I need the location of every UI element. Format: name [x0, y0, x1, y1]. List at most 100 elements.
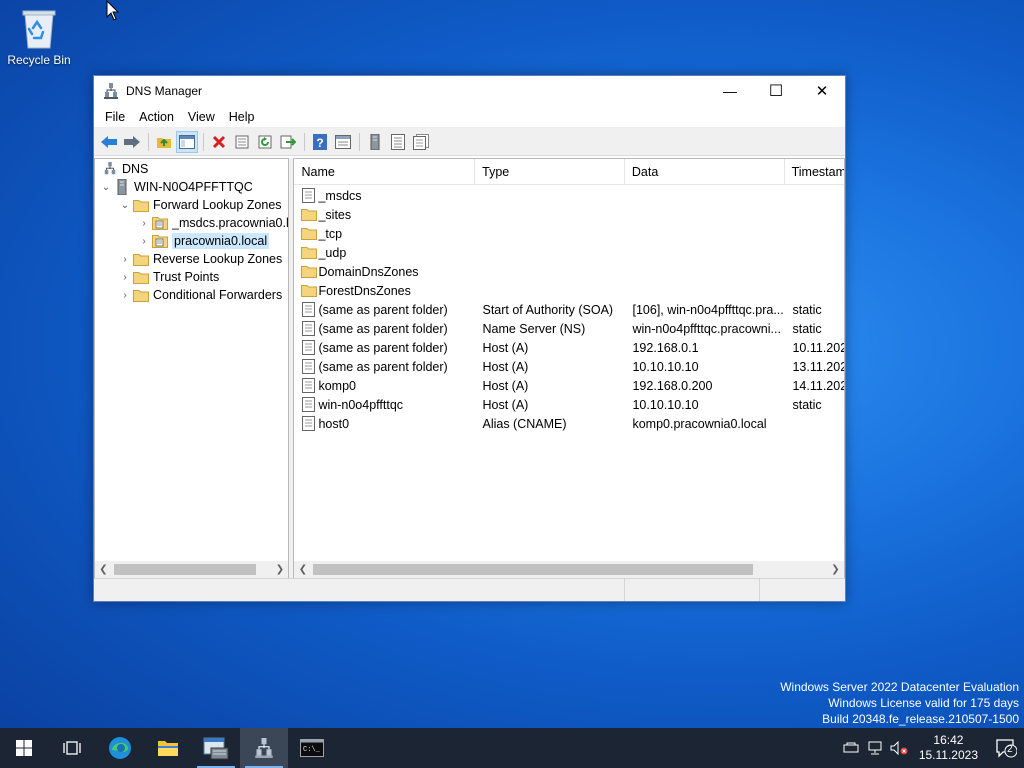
list-item-folder[interactable]: DomainDnsZones — [300, 262, 419, 281]
file-explorer-button[interactable] — [144, 728, 192, 768]
folder-icon — [300, 207, 317, 223]
minimize-button[interactable]: — — [707, 76, 753, 106]
help-button[interactable]: ? — [309, 131, 331, 153]
edge-button[interactable] — [96, 728, 144, 768]
watermark-license: Windows License valid for 175 days — [828, 696, 1019, 710]
tree-item-msdcs-zone[interactable]: › _msdcs.pracownia0.local — [137, 214, 288, 232]
notification-count-badge: 2 — [1007, 744, 1013, 755]
column-header-data[interactable]: Data — [625, 159, 785, 185]
menu-action[interactable]: Action — [132, 110, 181, 124]
dns-manager-taskbar-button[interactable] — [240, 728, 288, 768]
maximize-button[interactable]: ☐ — [753, 76, 799, 106]
tree-item-trust-points[interactable]: › Trust Points — [118, 268, 219, 286]
clock[interactable]: 16:42 15.11.2023 — [919, 733, 978, 763]
list-item-record[interactable]: komp0 Host (A) 192.168.0.200 14.11.2023 — [300, 376, 844, 395]
forward-button[interactable] — [121, 131, 143, 153]
list-item-folder[interactable]: _sites — [300, 205, 351, 224]
list-item-record[interactable]: host0 Alias (CNAME) komp0.pracownia0.loc… — [300, 414, 844, 433]
chevron-right-icon[interactable]: › — [137, 236, 151, 247]
start-button[interactable] — [0, 728, 48, 768]
up-folder-icon — [157, 137, 171, 148]
record-data: [106], win-n0o4pffttqc.pra... — [632, 302, 784, 317]
column-header-name[interactable]: Name — [294, 159, 476, 185]
tree-item-reverse-lookup-zones[interactable]: › Reverse Lookup Zones — [118, 250, 282, 268]
show-hide-tree-icon — [179, 134, 195, 149]
details-list[interactable]: Name Type Data Timestam _msdcs _sites _t… — [293, 158, 845, 579]
column-header-type[interactable]: Type — [475, 159, 625, 185]
close-button[interactable]: ✕ — [799, 76, 845, 106]
record-icon — [300, 397, 317, 413]
cmd-button[interactable]: C:\_ — [288, 728, 336, 768]
refresh-button[interactable] — [254, 131, 276, 153]
chevron-right-icon[interactable]: › — [118, 290, 132, 301]
tree-item-dns[interactable]: DNS — [101, 160, 148, 178]
folder-icon — [300, 264, 317, 280]
scroll-left-icon[interactable]: ❮ — [95, 561, 112, 578]
scroll-thumb[interactable] — [313, 564, 754, 575]
server-manager-icon — [203, 737, 229, 760]
menu-help[interactable]: Help — [222, 110, 262, 124]
zone-folder-icon — [300, 188, 317, 204]
record-timestamp: static — [792, 321, 822, 336]
toolbar: ? — [94, 128, 845, 156]
scroll-right-icon[interactable]: ❯ — [827, 561, 844, 578]
title-bar[interactable]: DNS Manager — ☐ ✕ — [94, 76, 845, 106]
record-type: Host (A) — [482, 378, 529, 393]
list-view-button[interactable] — [387, 131, 409, 153]
list-item-record[interactable]: win-n0o4pffttqc Host (A) 10.10.10.10 sta… — [300, 395, 844, 414]
list-horizontal-scrollbar[interactable]: ❮ ❯ — [294, 561, 844, 578]
chevron-right-icon[interactable]: › — [118, 272, 132, 283]
list-item-record[interactable]: (same as parent folder) Name Server (NS)… — [300, 319, 844, 338]
maximize-icon: ☐ — [768, 83, 784, 100]
scroll-thumb[interactable] — [114, 564, 256, 575]
scroll-right-icon[interactable]: ❯ — [271, 561, 288, 578]
scroll-left-icon[interactable]: ❮ — [294, 561, 311, 578]
list-item-folder[interactable]: ForestDnsZones — [300, 281, 411, 300]
back-button[interactable] — [98, 131, 120, 153]
column-header-timestamp[interactable]: Timestam — [785, 159, 844, 185]
list-item-record[interactable]: (same as parent folder) Host (A) 10.10.1… — [300, 357, 844, 376]
tree-item-forward-lookup-zones[interactable]: ⌄ Forward Lookup Zones — [118, 196, 282, 214]
menu-bar: File Action View Help — [94, 106, 845, 128]
tree-item-conditional-forwarders[interactable]: › Conditional Forwarders — [118, 286, 282, 304]
tray-device-button[interactable] — [839, 742, 863, 754]
list-item-record[interactable]: (same as parent folder) Host (A) 192.168… — [300, 338, 844, 357]
tray-volume-button[interactable] — [887, 741, 911, 755]
scroll-track[interactable] — [112, 561, 271, 578]
record-icon — [300, 302, 317, 318]
console-button[interactable] — [332, 131, 354, 153]
list-item-folder[interactable]: _udp — [300, 243, 346, 262]
properties-button[interactable] — [231, 131, 253, 153]
list-item-folder[interactable]: _msdcs — [300, 186, 362, 205]
tray-network-button[interactable] — [863, 741, 887, 755]
chevron-down-icon[interactable]: ⌄ — [118, 200, 132, 211]
recycle-bin[interactable]: Recycle Bin — [4, 6, 74, 67]
show-hide-console-tree-button[interactable] — [176, 130, 198, 153]
server-button[interactable] — [364, 131, 386, 153]
list-item-record[interactable]: (same as parent folder) Start of Authori… — [300, 300, 844, 319]
svg-text:C:\_: C:\_ — [303, 746, 321, 754]
server-manager-button[interactable] — [192, 728, 240, 768]
menu-view[interactable]: View — [181, 110, 222, 124]
dns-manager-window: DNS Manager — ☐ ✕ File Action View Help — [93, 75, 846, 602]
export-list-button[interactable] — [277, 131, 299, 153]
up-one-level-button[interactable] — [153, 131, 175, 153]
chevron-down-icon[interactable]: ⌄ — [99, 182, 113, 193]
tree-horizontal-scrollbar[interactable]: ❮ ❯ — [95, 561, 289, 578]
chevron-right-icon[interactable]: › — [118, 254, 132, 265]
tree-item-server[interactable]: ⌄ WIN-N0O4PFFTTQC — [99, 178, 253, 196]
notification-center-button[interactable]: 2 — [988, 738, 1024, 758]
delete-button[interactable] — [208, 131, 230, 153]
record-timestamp: static — [792, 397, 822, 412]
console-tree[interactable]: DNS ⌄ WIN-N0O4PFFTTQC ⌄ Forward Lookup Z… — [94, 158, 290, 579]
tree-item-pracownia-zone[interactable]: › pracownia0.local — [137, 232, 270, 250]
chevron-right-icon[interactable]: › — [137, 218, 151, 229]
menu-file[interactable]: File — [98, 110, 132, 124]
volume-muted-icon — [890, 741, 908, 755]
window-title: DNS Manager — [126, 84, 203, 98]
folder-icon — [132, 287, 150, 303]
scroll-track[interactable] — [311, 561, 827, 578]
task-view-button[interactable] — [48, 728, 96, 768]
list-item-folder[interactable]: _tcp — [300, 224, 342, 243]
detail-view-button[interactable] — [410, 131, 432, 153]
